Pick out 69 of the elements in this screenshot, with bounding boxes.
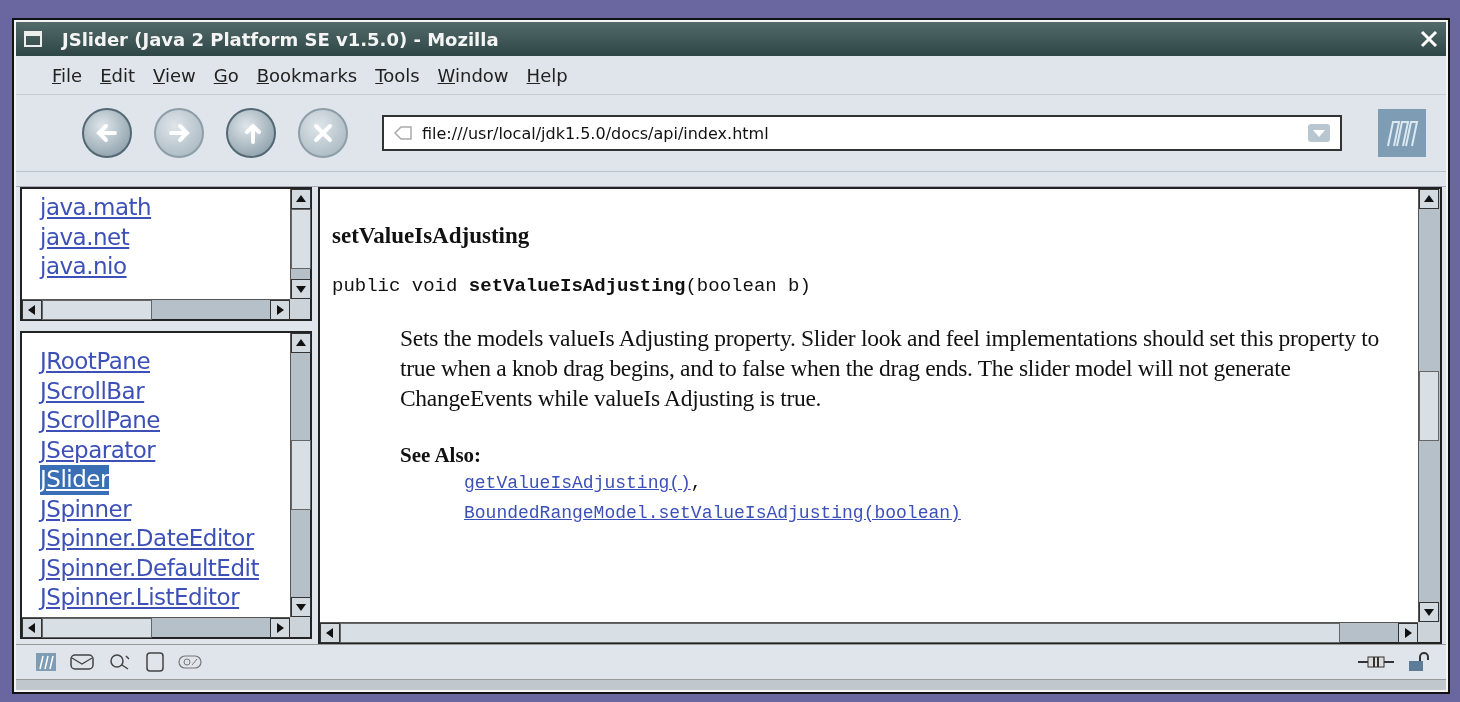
scroll-arrow-button[interactable] (291, 189, 311, 209)
menu-item[interactable]: Tools (375, 64, 420, 86)
scrollbar-thumb[interactable] (291, 209, 311, 269)
padlock-icon (1408, 652, 1432, 672)
package-link[interactable]: java.net (40, 222, 130, 252)
scroll-arrow-button[interactable] (1419, 602, 1439, 622)
logo-icon (1378, 109, 1426, 157)
menu-item[interactable]: Bookmarks (256, 64, 358, 86)
class-link[interactable]: JScrollBar (40, 376, 145, 406)
menu-item[interactable]: Help (526, 64, 568, 86)
vertical-scrollbar[interactable] (1418, 189, 1440, 622)
scroll-arrow-button[interactable] (22, 299, 42, 320)
reload-button[interactable] (226, 108, 276, 158)
scrollbar-thumb[interactable] (291, 440, 311, 510)
see-also-label: See Also: (400, 443, 483, 468)
scroll-arrow-button[interactable] (270, 299, 290, 320)
menu-item[interactable]: View (153, 64, 196, 86)
class-link[interactable]: JRootPane (40, 347, 151, 377)
scroll-arrow-button[interactable] (320, 622, 340, 643)
class-link[interactable]: JSpinner (40, 494, 132, 524)
menu-item[interactable]: Window (437, 64, 509, 86)
menu-item[interactable]: Edit (100, 64, 135, 86)
scroll-arrow-button[interactable] (22, 617, 42, 638)
composer-icon[interactable] (178, 654, 202, 670)
scroll-arrow-button[interactable] (1419, 189, 1439, 209)
see-also-link[interactable]: getValueIsAdjusting() (464, 473, 691, 493)
menu-item[interactable]: Go (213, 64, 239, 86)
scroll-arrow-button[interactable] (1398, 622, 1418, 643)
class-link[interactable]: JSpinner.ListEditor (40, 583, 240, 613)
menu-item[interactable]: File (52, 64, 83, 86)
scrollbar-corner (290, 617, 310, 637)
back-arrow-icon (95, 121, 119, 145)
method-heading: setValueIsAdjusting (332, 223, 531, 249)
page-icon[interactable] (146, 652, 164, 672)
scrollbar-thumb[interactable] (42, 617, 152, 638)
class-link[interactable]: JSpinner.DefaultEdit (40, 553, 259, 583)
class-link[interactable]: JSpinner.DateEditor (40, 524, 254, 554)
class-link[interactable]: JScrollPane (40, 406, 160, 436)
see-also-link[interactable]: BoundedRangeModel.setValueIsAdjusting(boolean) (464, 503, 961, 523)
horizontal-scrollbar[interactable] (22, 617, 290, 637)
package-link[interactable]: java.nio (40, 252, 127, 282)
close-icon[interactable] (1420, 30, 1438, 48)
method-signature: public void setValueIsAdjusting(boolean b) (332, 275, 812, 297)
scrollbar-corner (290, 299, 310, 319)
forward-arrow-icon (167, 121, 191, 145)
browser-logo-icon[interactable] (36, 653, 56, 671)
stop-icon (312, 122, 334, 144)
scroll-arrow-button[interactable] (291, 279, 311, 299)
class-link[interactable]: JSeparator (40, 435, 156, 465)
window-menu-icon[interactable] (24, 31, 42, 47)
mail-icon[interactable] (70, 653, 94, 671)
package-link[interactable]: java.math (40, 193, 152, 223)
vertical-scrollbar[interactable] (290, 333, 310, 617)
bookmark-tag-icon (394, 126, 412, 140)
horizontal-scrollbar[interactable] (22, 299, 290, 319)
separator-comma: , (690, 473, 702, 493)
vertical-scrollbar[interactable] (290, 189, 310, 299)
connection-icon (1358, 654, 1394, 670)
scrollbar-thumb[interactable] (1419, 370, 1439, 441)
window-title: JSlider (Java 2 Platform SE v1.5.0) - Mozilla (60, 28, 500, 50)
scrollbar-thumb[interactable] (42, 299, 152, 320)
url-field[interactable]: file:///usr/local/jdk1.5.0/docs/api/index.html (382, 115, 1342, 151)
method-description: Sets the models valueIs Adjusting property. Slider look and feel implementations should set this property to true when a knob drag begins, and to false when the drag ends. The slider model will not generate ChangeEvents while valueIs Adjusting is true. (400, 324, 1381, 413)
scroll-arrow-button[interactable] (291, 333, 311, 353)
back-button[interactable] (82, 108, 132, 158)
scrollbar-corner (1418, 622, 1440, 642)
scroll-arrow-button[interactable] (291, 597, 311, 617)
class-link[interactable]: JSlider (40, 465, 109, 495)
scroll-arrow-button[interactable] (270, 617, 290, 638)
